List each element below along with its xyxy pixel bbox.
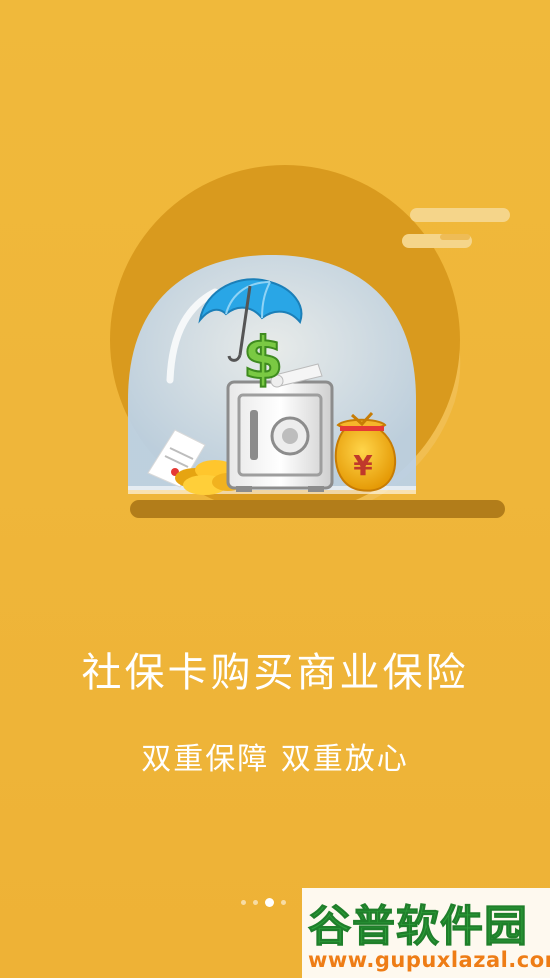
subheadline-text: 双重保障 双重放心 (141, 742, 409, 777)
svg-text:$: $ (243, 324, 283, 392)
page-dot[interactable] (253, 899, 258, 905)
onboarding-screen[interactable]: $ ¥ 社保卡购买商业保险 双重保障 双重放心 谷普软件园 www.gupuxl… (0, 0, 550, 978)
insurance-illustration: $ ¥ (110, 165, 510, 518)
page-dot-active[interactable] (265, 897, 274, 907)
watermark-title: 谷普软件园 (308, 902, 528, 953)
page-dot[interactable] (241, 899, 246, 905)
site-watermark: 谷普软件园 www.gupuxlazal.com (302, 888, 550, 978)
page-indicator (241, 897, 286, 907)
dollar-sign-icon: $ (242, 323, 284, 393)
shelf-shadow (130, 500, 505, 518)
svg-text:¥: ¥ (353, 449, 373, 482)
headline-text: 社保卡购买商业保险 (81, 650, 469, 696)
page-dot[interactable] (281, 899, 286, 905)
watermark-url: www.gupuxlazal.com (308, 948, 550, 972)
safe-icon (226, 380, 334, 492)
